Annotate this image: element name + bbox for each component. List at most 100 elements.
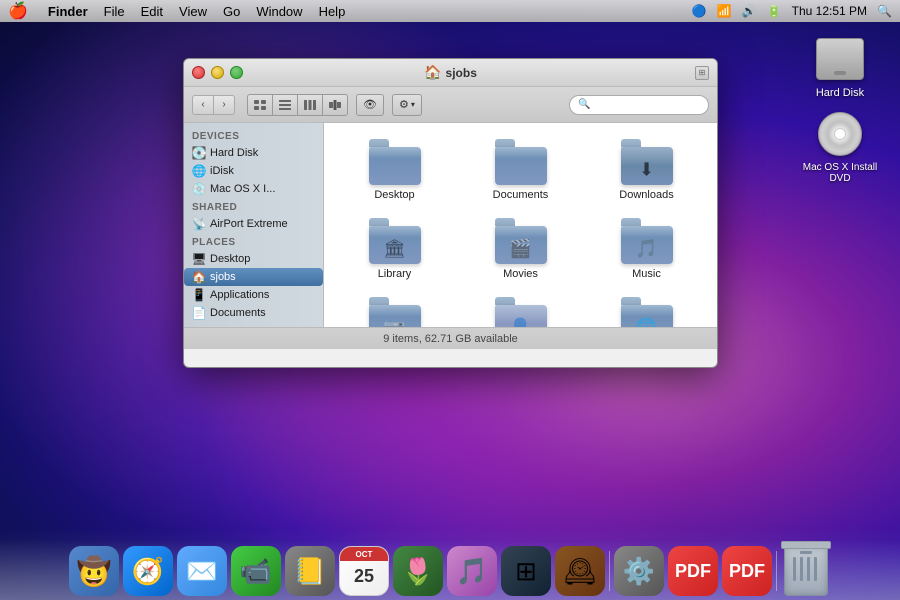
sidebar-applications-label: Applications [210, 289, 269, 301]
gear-icon: ⚙ [399, 98, 409, 111]
apple-menu[interactable]: 🍎 [8, 1, 28, 21]
dock-item-mail[interactable]: ✉️ [177, 546, 227, 596]
finder-toolbar: ‹ › [184, 87, 717, 123]
movies-folder-label: Movies [503, 268, 538, 280]
menu-help[interactable]: Help [319, 4, 346, 19]
address-book-dock-icon: 📒 [285, 546, 335, 596]
back-button[interactable]: ‹ [192, 95, 214, 115]
dock-item-itunes[interactable]: 🎵 [447, 546, 497, 596]
desktop-sidebar-icon: 🖥 [192, 252, 206, 266]
menu-edit[interactable]: Edit [141, 4, 163, 19]
window-title-icon: 🏠 [424, 64, 441, 81]
maximize-button[interactable] [230, 66, 243, 79]
facetime-dock-icon: 📹 [231, 546, 281, 596]
menu-go[interactable]: Go [223, 4, 240, 19]
pdf1-dock-icon: PDF [668, 546, 718, 596]
dock-item-pdf1[interactable]: PDF [668, 546, 718, 596]
eye-icon: 👁 [363, 98, 377, 111]
dock-separator-2 [776, 551, 777, 591]
desktop-icon-hard-disk[interactable]: Hard Disk [800, 35, 880, 99]
window-title: 🏠 sjobs [424, 64, 477, 81]
file-item-library[interactable]: 🏛 Library [334, 212, 455, 286]
dock-item-pdf2[interactable]: PDF [722, 546, 772, 596]
desktop-icon-dvd[interactable]: Mac OS X Install DVD [800, 110, 880, 184]
sidebar-item-idisk[interactable]: 🌐 iDisk [184, 162, 323, 180]
finder-window: 🏠 sjobs ⊞ ‹ › [183, 58, 718, 368]
applications-sidebar-icon: 📱 [192, 288, 206, 302]
window-resize-button[interactable]: ⊞ [695, 66, 709, 80]
close-button[interactable] [192, 66, 205, 79]
menu-view[interactable]: View [179, 4, 207, 19]
minimize-button[interactable] [211, 66, 224, 79]
desktop-folder-icon [369, 139, 421, 185]
dvd-label: Mac OS X Install DVD [800, 162, 880, 184]
music-folder-icon: 🎵 [621, 218, 673, 264]
movies-folder-icon: 🎬 [495, 218, 547, 264]
places-section-title: PLACES [184, 233, 323, 250]
sidebar-documents-label: Documents [210, 307, 266, 319]
quick-look-button[interactable]: 👁 [356, 94, 384, 116]
file-item-movies[interactable]: 🎬 Movies [460, 212, 581, 286]
list-view-button[interactable] [272, 94, 298, 116]
file-item-documents[interactable]: Documents [460, 133, 581, 207]
file-item-sites[interactable]: 🌐 Sites [586, 291, 707, 327]
search-section-title: SEARCH FOR [184, 322, 323, 327]
menu-file[interactable]: File [104, 4, 125, 19]
icon-view-button[interactable] [247, 94, 273, 116]
sidebar-item-mac-os-install[interactable]: 💿 Mac OS X I... [184, 180, 323, 198]
sidebar-item-applications[interactable]: 📱 Applications [184, 286, 323, 304]
menubar: 🍎 Finder File Edit View Go Window Help 🔵… [0, 0, 900, 22]
dock-separator [609, 551, 610, 591]
coverflow-view-button[interactable] [322, 94, 348, 116]
finder-sidebar: DEVICES 💽 Hard Disk 🌐 iDisk 💿 Mac OS X I… [184, 123, 324, 327]
dock-item-address-book[interactable]: 📒 [285, 546, 335, 596]
toolbar-nav: ‹ › [192, 95, 235, 115]
finder-titlebar: 🏠 sjobs ⊞ [184, 59, 717, 87]
devices-section-title: DEVICES [184, 127, 323, 144]
dvd-icon [816, 110, 864, 158]
action-dropdown-icon: ▾ [411, 100, 415, 109]
file-item-music[interactable]: 🎵 Music [586, 212, 707, 286]
battery-icon: 🔋 [767, 4, 782, 18]
dock-item-facetime[interactable]: 📹 [231, 546, 281, 596]
menu-finder[interactable]: Finder [48, 4, 88, 19]
view-buttons [247, 94, 348, 116]
desktop: 🍎 Finder File Edit View Go Window Help 🔵… [0, 0, 900, 600]
search-icon: 🔍 [578, 99, 590, 110]
dock-item-ical[interactable]: OCT 25 [339, 546, 389, 596]
file-item-public[interactable]: 👤 Public [460, 291, 581, 327]
mail-dock-icon: ✉️ [177, 546, 227, 596]
status-text: 9 items, 62.71 GB available [383, 333, 518, 345]
traffic-lights [192, 66, 243, 79]
action-button[interactable]: ⚙ ▾ [392, 94, 422, 116]
dock-item-sys-pref[interactable]: ⚙️ [614, 546, 664, 596]
public-folder-icon: 👤 [495, 297, 547, 327]
dock-item-trash[interactable] [781, 546, 831, 596]
sidebar-item-airport[interactable]: 📡 AirPort Extreme [184, 215, 323, 233]
wifi-icon: 📶 [717, 4, 732, 18]
sidebar-item-desktop[interactable]: 🖥 Desktop [184, 250, 323, 268]
file-item-downloads[interactable]: ⬇ Downloads [586, 133, 707, 207]
menu-window[interactable]: Window [256, 4, 302, 19]
forward-button[interactable]: › [213, 95, 235, 115]
dock-item-time-machine[interactable]: 🕰 [555, 546, 605, 596]
iphoto-dock-icon: 🌷 [393, 546, 443, 596]
file-item-pictures[interactable]: 📷 Pictures [334, 291, 455, 327]
dock-item-spaces[interactable]: ⊞ [501, 546, 551, 596]
hard-disk-sidebar-icon: 💽 [192, 146, 206, 160]
documents-sidebar-icon: 📄 [192, 306, 206, 320]
sidebar-item-sjobs[interactable]: 🏠 sjobs [184, 268, 323, 286]
dock-item-finder[interactable]: 🤠 [69, 546, 119, 596]
dock-item-safari[interactable]: 🧭 [123, 546, 173, 596]
pictures-folder-icon: 📷 [369, 297, 421, 327]
library-folder-icon: 🏛 [369, 218, 421, 264]
sidebar-item-hard-disk[interactable]: 💽 Hard Disk [184, 144, 323, 162]
search-field[interactable]: 🔍 [569, 95, 709, 115]
sidebar-item-documents[interactable]: 📄 Documents [184, 304, 323, 322]
time-machine-dock-icon: 🕰 [555, 546, 605, 596]
column-view-button[interactable] [297, 94, 323, 116]
dock-item-iphoto[interactable]: 🌷 [393, 546, 443, 596]
file-item-desktop[interactable]: Desktop [334, 133, 455, 207]
documents-folder-label: Documents [493, 189, 549, 201]
spotlight-icon[interactable]: 🔍 [877, 4, 892, 18]
